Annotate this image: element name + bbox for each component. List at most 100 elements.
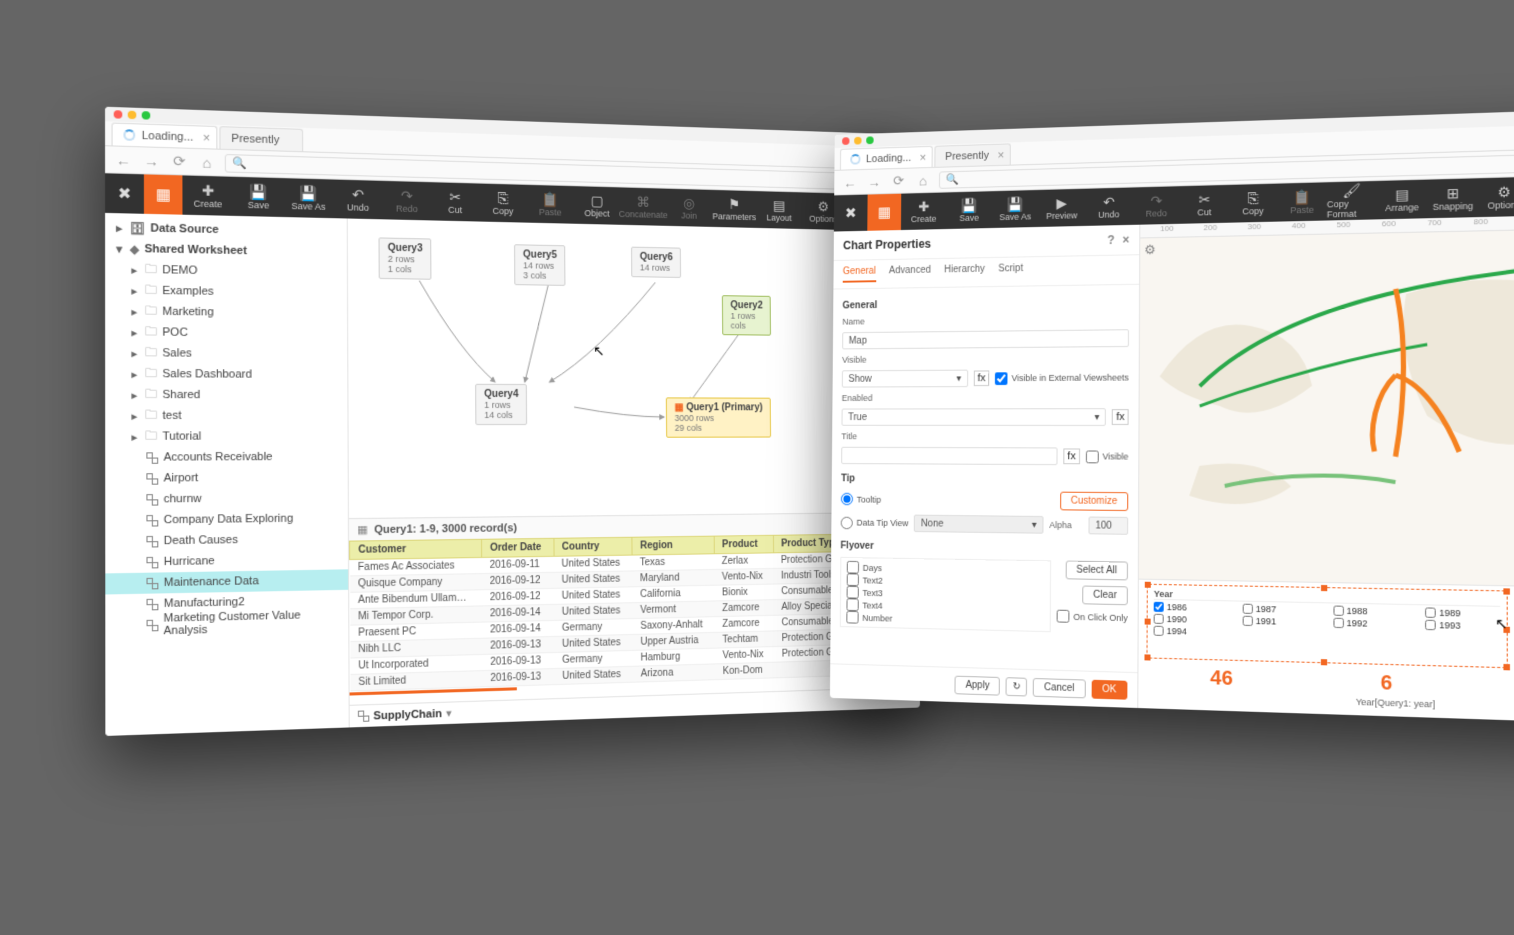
snapping-button[interactable]: ⊞Snapping bbox=[1427, 178, 1478, 218]
preview-button[interactable]: ▶Preview bbox=[1038, 189, 1085, 227]
select-enabled[interactable]: True▾ bbox=[842, 408, 1107, 426]
close-icon[interactable]: × bbox=[203, 131, 210, 144]
layout-button[interactable]: ▤Layout bbox=[757, 191, 802, 229]
column-header[interactable]: Country bbox=[554, 537, 633, 556]
caret-down-icon[interactable]: ▾ bbox=[446, 707, 452, 720]
reload-icon[interactable]: ⟳ bbox=[890, 172, 907, 189]
zoom-dot[interactable] bbox=[142, 111, 151, 120]
save-button[interactable]: 💾Save bbox=[946, 191, 992, 229]
query-card-q6[interactable]: Query6 14 rows bbox=[631, 247, 681, 278]
module-icon[interactable]: ▦ bbox=[144, 174, 183, 214]
radio-datatip[interactable]: Data Tip View bbox=[841, 516, 909, 529]
copyformat-button[interactable]: 🖌Copy Format bbox=[1327, 181, 1377, 220]
query-card-q3[interactable]: Query3 2 rows 1 cols bbox=[379, 237, 432, 279]
tree-folder[interactable]: ▸🗀test bbox=[105, 405, 347, 426]
close-icon[interactable]: × bbox=[997, 149, 1004, 161]
redo-button[interactable]: ↷Redo bbox=[382, 181, 431, 221]
tab-general[interactable]: General bbox=[843, 266, 876, 283]
tab-presently[interactable]: Presently bbox=[220, 126, 304, 151]
create-button[interactable]: ✚Create bbox=[901, 192, 947, 230]
tree-folder[interactable]: ▸🗀POC bbox=[105, 322, 347, 345]
cut-button[interactable]: ✂Cut bbox=[1180, 185, 1228, 224]
options-button[interactable]: ⚙Options bbox=[1478, 177, 1514, 217]
undo-button[interactable]: ↶Undo bbox=[1085, 188, 1132, 226]
year-checkbox[interactable]: 1993 bbox=[1425, 620, 1500, 632]
flyover-list[interactable]: DaysText2Text3Text4Number bbox=[840, 557, 1051, 632]
tab-advanced[interactable]: Advanced bbox=[889, 265, 931, 282]
close-icon[interactable]: × bbox=[1122, 233, 1129, 247]
year-checkbox[interactable]: 1986 bbox=[1154, 602, 1224, 613]
apply-button[interactable]: Apply bbox=[955, 676, 1000, 696]
tree-worksheet[interactable]: churnw bbox=[105, 487, 348, 510]
arrange-button[interactable]: ▤Arrange bbox=[1377, 180, 1428, 220]
query-card-q4[interactable]: Query4 1 rows 14 cols bbox=[475, 384, 527, 425]
paste-button[interactable]: 📋Paste bbox=[1277, 182, 1326, 221]
module-icon[interactable]: ▦ bbox=[867, 194, 901, 231]
saveas-button[interactable]: 💾Save As bbox=[992, 190, 1038, 228]
reset-icon[interactable]: ↻ bbox=[1006, 677, 1027, 696]
formula-icon[interactable]: fx bbox=[974, 370, 990, 386]
formula-icon[interactable]: fx bbox=[1063, 448, 1079, 464]
copy-button[interactable]: ⎘Copy bbox=[1229, 184, 1278, 223]
home-icon[interactable]: ⌂ bbox=[197, 154, 216, 171]
cancel-button[interactable]: Cancel bbox=[1033, 678, 1085, 698]
logo-icon[interactable]: ✖ bbox=[105, 173, 144, 213]
chk-titlevisible[interactable]: Visible bbox=[1086, 450, 1129, 463]
paste-button[interactable]: 📋Paste bbox=[527, 185, 574, 224]
tab-hierarchy[interactable]: Hierarchy bbox=[944, 264, 985, 281]
forward-icon[interactable]: → bbox=[866, 174, 883, 190]
cut-button[interactable]: ✂Cut bbox=[431, 182, 479, 221]
year-checkbox[interactable]: 1992 bbox=[1333, 618, 1406, 630]
tree-folder[interactable]: ▸🗀Sales Dashboard bbox=[105, 363, 347, 385]
clear-button[interactable]: Clear bbox=[1082, 586, 1128, 606]
tab-loading[interactable]: Loading... × bbox=[112, 123, 218, 149]
tree-worksheet[interactable]: Marketing Customer Value Analysis bbox=[105, 610, 348, 636]
tab-loading[interactable]: Loading... × bbox=[840, 146, 933, 170]
year-checkbox[interactable]: 1990 bbox=[1154, 614, 1224, 626]
input-alpha[interactable]: 100 bbox=[1088, 517, 1128, 535]
close-dot[interactable] bbox=[842, 137, 849, 145]
formula-icon[interactable]: fx bbox=[1112, 409, 1128, 425]
filter-year-card[interactable]: Year 19861987198819891990199119921993199… bbox=[1146, 584, 1507, 668]
saveas-button[interactable]: 💾Save As bbox=[284, 178, 334, 218]
year-checkbox[interactable]: 1994 bbox=[1154, 626, 1224, 638]
close-dot[interactable] bbox=[114, 110, 123, 119]
logo-icon[interactable]: ✖ bbox=[834, 195, 868, 232]
column-header[interactable]: Order Date bbox=[481, 538, 553, 557]
reload-icon[interactable]: ⟳ bbox=[170, 152, 189, 170]
column-header[interactable]: Customer bbox=[350, 539, 482, 559]
query-card-q2[interactable]: Query2 1 rows cols bbox=[722, 295, 772, 335]
concat-button[interactable]: ⌘Concatenate bbox=[620, 187, 666, 225]
join-button[interactable]: ◎Join bbox=[666, 189, 712, 227]
input-name[interactable]: Map bbox=[842, 329, 1129, 349]
year-checkbox[interactable]: 1987 bbox=[1242, 604, 1314, 616]
chk-onclick[interactable]: On Click Only bbox=[1057, 610, 1128, 624]
close-icon[interactable]: × bbox=[920, 151, 927, 163]
select-datatip[interactable]: None▾ bbox=[914, 515, 1043, 534]
minimize-dot[interactable] bbox=[128, 111, 137, 120]
map-canvas[interactable]: ⚙ bbox=[1139, 227, 1514, 588]
tree-folder[interactable]: ▸🗀Shared bbox=[105, 384, 347, 405]
tree-folder[interactable]: ▸🗀Marketing bbox=[105, 301, 347, 325]
bottom-tab-label[interactable]: SupplyChain bbox=[373, 707, 442, 722]
tab-script[interactable]: Script bbox=[998, 263, 1023, 280]
chk-external[interactable]: Visible in External Viewsheets bbox=[995, 371, 1129, 384]
back-icon[interactable]: ← bbox=[114, 151, 133, 168]
column-header[interactable]: Region bbox=[632, 536, 714, 555]
object-button[interactable]: ▢Object bbox=[574, 186, 621, 225]
zoom-dot[interactable] bbox=[866, 136, 874, 144]
redo-button[interactable]: ↷Redo bbox=[1132, 186, 1180, 225]
year-checkbox[interactable]: 1988 bbox=[1333, 606, 1406, 618]
tree-worksheet[interactable]: Airport bbox=[105, 467, 348, 489]
ok-button[interactable]: OK bbox=[1091, 680, 1127, 700]
tree-folder[interactable]: ▸🗀Tutorial bbox=[105, 426, 347, 447]
tab-presently[interactable]: Presently × bbox=[935, 143, 1011, 167]
query-card-q5[interactable]: Query5 14 rows 3 cols bbox=[514, 244, 566, 286]
query-card-q1[interactable]: ▦ Query1 (Primary) 3000 rows 29 cols bbox=[666, 397, 772, 437]
help-icon[interactable]: ? bbox=[1107, 233, 1114, 247]
year-checkbox[interactable]: 1989 bbox=[1425, 607, 1500, 619]
tree-folder[interactable]: ▸🗀Sales bbox=[105, 342, 347, 364]
customize-button[interactable]: Customize bbox=[1060, 492, 1128, 511]
column-header[interactable]: Product bbox=[714, 535, 773, 553]
tree-worksheet[interactable]: Accounts Receivable bbox=[105, 447, 347, 469]
